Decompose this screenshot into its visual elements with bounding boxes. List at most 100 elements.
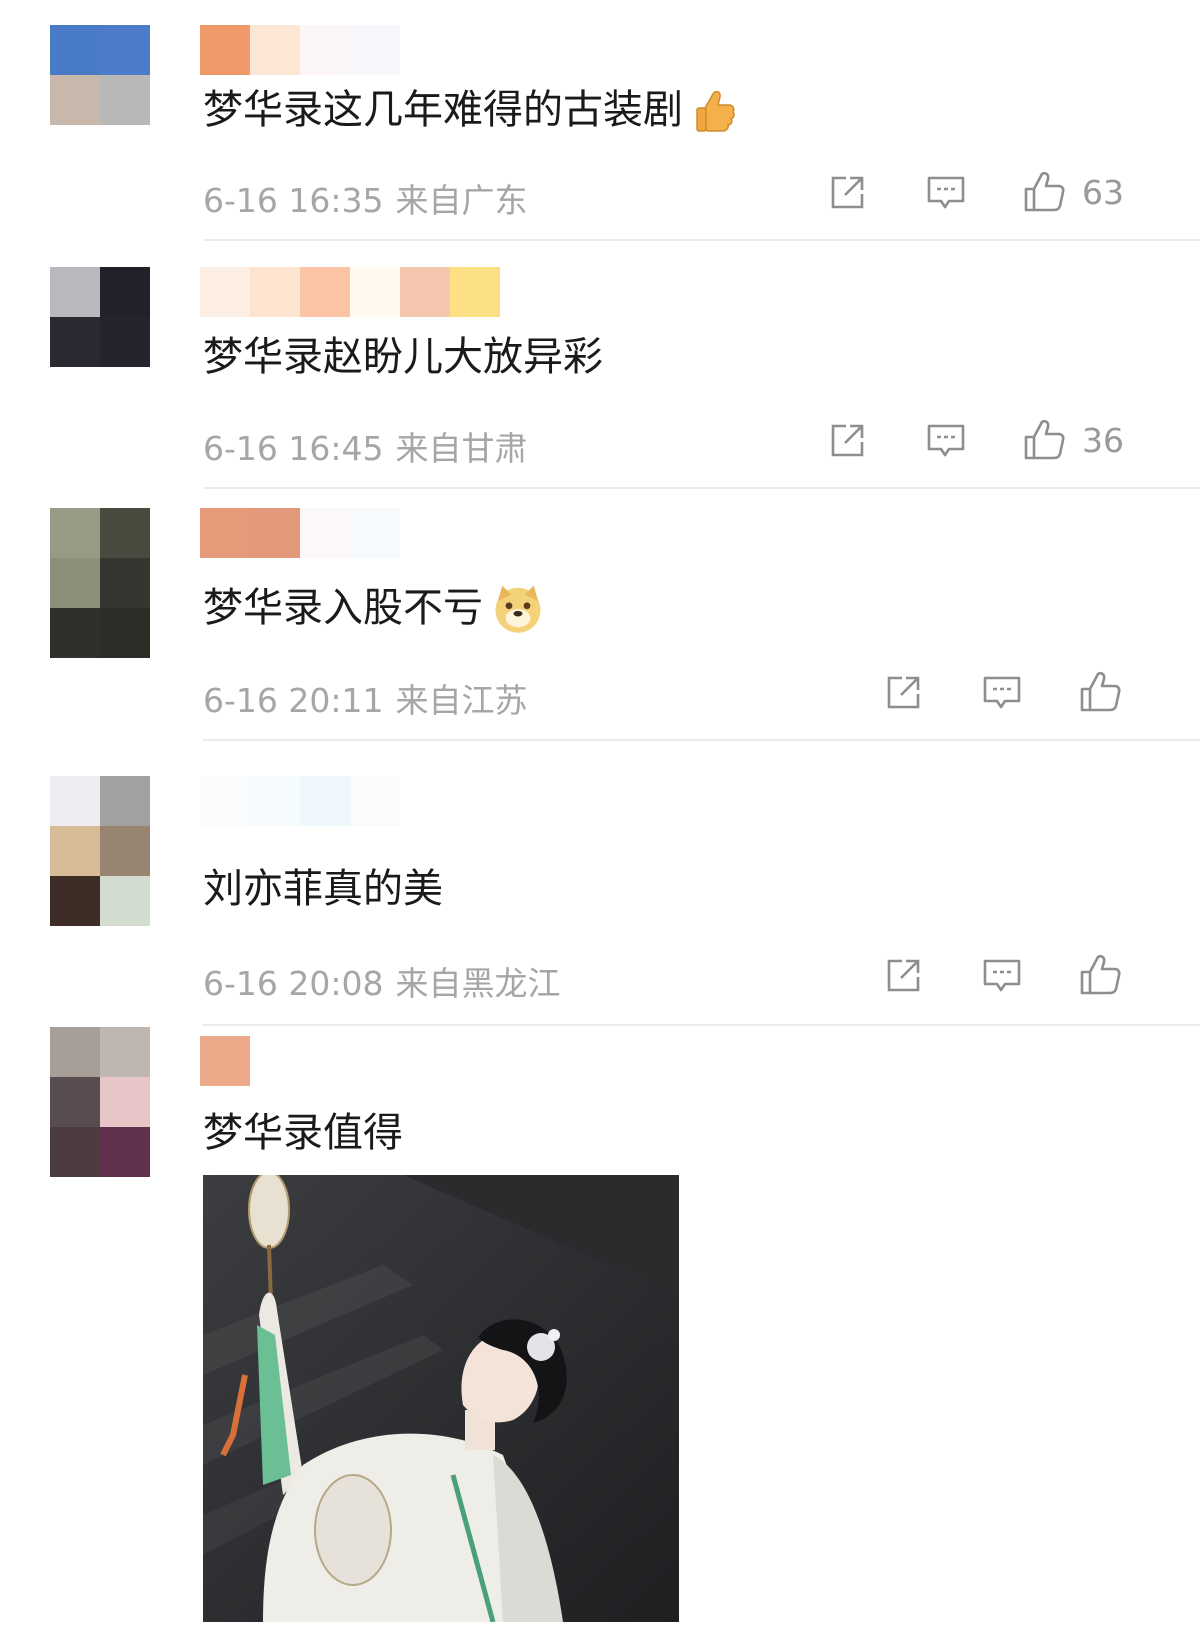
username-pixel (350, 776, 400, 826)
avatar[interactable] (50, 508, 150, 658)
comment-text-content: 刘亦菲真的美 (203, 866, 443, 912)
divider (203, 239, 1200, 241)
divider (203, 487, 1200, 489)
comment-icon[interactable] (924, 418, 968, 462)
comment-time: 6-16 20:08 (203, 964, 384, 1003)
comment-text: 梦华录入股不亏 (203, 580, 545, 636)
avatar-pixel (100, 1077, 150, 1127)
avatar-pixel (50, 1127, 100, 1177)
comment-text: 梦华录值得 (203, 1105, 403, 1161)
woman-with-fan-image (203, 1175, 679, 1622)
username-pixel (250, 508, 300, 558)
comment-time: 6-16 20:11 (203, 681, 384, 720)
username-pixel (200, 508, 250, 558)
avatar-pixel (100, 508, 150, 558)
username-pixel (300, 25, 350, 75)
comment-time: 6-16 16:35 (203, 181, 384, 220)
thumbs-up-icon[interactable] (1078, 953, 1122, 997)
avatar-pixel (50, 508, 100, 558)
comment-text: 梦华录这几年难得的古装剧 (203, 82, 739, 138)
comment-icon[interactable] (980, 670, 1024, 714)
username-pixel (200, 776, 250, 826)
username-pixel (300, 776, 350, 826)
username-blurred[interactable] (200, 1036, 250, 1086)
avatar[interactable] (50, 776, 150, 926)
username-pixel (300, 508, 350, 558)
avatar[interactable] (50, 1027, 150, 1177)
thumbs-up-emoji-icon (696, 90, 735, 132)
avatar-pixel (50, 1027, 100, 1077)
username-blurred[interactable] (200, 776, 400, 826)
thumbs-up-icon[interactable] (1078, 670, 1122, 714)
comment-text-content: 梦华录值得 (203, 1110, 403, 1156)
avatar-pixel (50, 1077, 100, 1127)
comment-location: 来自黑龙江 (395, 964, 561, 1003)
avatar-pixel (50, 776, 100, 826)
comment-meta: 6-16 16:35 来自广东 (203, 174, 528, 222)
avatar-pixel (100, 776, 150, 826)
comment-meta: 6-16 20:08 来自黑龙江 (203, 957, 561, 1005)
like-count: 36 (1082, 420, 1124, 460)
username-pixel (350, 267, 400, 317)
comment-photo[interactable] (203, 1175, 679, 1622)
username-pixel (200, 267, 250, 317)
comment-actions (882, 953, 1122, 997)
avatar-pixel (100, 267, 150, 317)
avatar-pixel (100, 317, 150, 367)
avatar-pixel (50, 25, 100, 75)
share-icon[interactable] (826, 418, 870, 462)
avatar[interactable] (50, 25, 150, 125)
avatar-pixel (100, 608, 150, 658)
avatar-pixel (50, 876, 100, 926)
comment-location: 来自江苏 (395, 681, 528, 720)
comment-location: 来自甘肃 (395, 429, 528, 468)
comment-text-content: 梦华录赵盼儿大放异彩 (203, 334, 603, 380)
avatar[interactable] (50, 267, 150, 367)
username-pixel (250, 776, 300, 826)
comment-text: 梦华录赵盼儿大放异彩 (203, 329, 603, 385)
like-count: 63 (1082, 172, 1124, 212)
avatar-pixel (50, 608, 100, 658)
doge-emoji-icon (495, 585, 541, 633)
avatar-pixel (50, 317, 100, 367)
comment-actions: 63 (826, 170, 1124, 214)
avatar-pixel (100, 826, 150, 876)
username-pixel (200, 1036, 250, 1086)
thumbs-up-icon[interactable] (1022, 170, 1066, 214)
avatar-pixel (100, 25, 150, 75)
share-icon[interactable] (882, 953, 926, 997)
username-pixel (400, 267, 450, 317)
comment-text: 刘亦菲真的美 (203, 861, 443, 917)
avatar-pixel (100, 75, 150, 125)
avatar-pixel (100, 1127, 150, 1177)
username-blurred[interactable] (200, 25, 400, 75)
avatar-pixel (50, 558, 100, 608)
username-blurred[interactable] (200, 267, 500, 317)
username-pixel (350, 508, 400, 558)
username-blurred[interactable] (200, 508, 400, 558)
comment-meta: 6-16 16:45 来自甘肃 (203, 422, 528, 470)
comment-actions (882, 670, 1122, 714)
avatar-pixel (100, 1027, 150, 1077)
comment-icon[interactable] (924, 170, 968, 214)
comment-actions: 36 (826, 418, 1124, 462)
username-pixel (250, 25, 300, 75)
username-pixel (350, 25, 400, 75)
thumbs-up-icon[interactable] (1022, 418, 1066, 462)
username-pixel (300, 267, 350, 317)
comment-meta: 6-16 20:11 来自江苏 (203, 674, 528, 722)
avatar-pixel (50, 75, 100, 125)
avatar-pixel (100, 558, 150, 608)
divider (203, 739, 1200, 741)
comment-text-content: 梦华录入股不亏 (203, 585, 483, 631)
avatar-pixel (100, 876, 150, 926)
username-pixel (450, 267, 500, 317)
share-icon[interactable] (882, 670, 926, 714)
username-pixel (250, 267, 300, 317)
comment-time: 6-16 16:45 (203, 429, 384, 468)
share-icon[interactable] (826, 170, 870, 214)
divider (203, 1024, 1200, 1026)
comment-icon[interactable] (980, 953, 1024, 997)
avatar-pixel (50, 826, 100, 876)
username-pixel (200, 25, 250, 75)
